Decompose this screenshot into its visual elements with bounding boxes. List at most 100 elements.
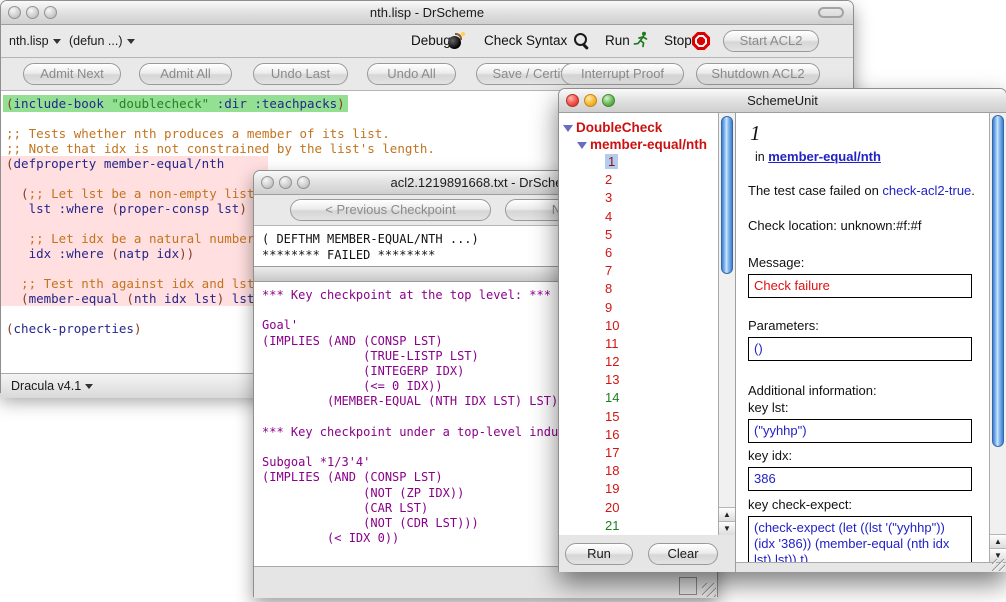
message-label: Message:	[748, 255, 980, 271]
undo-last-button[interactable]: Undo Last	[253, 63, 348, 85]
test-case-18[interactable]: 18	[559, 462, 735, 480]
chevron-down-icon	[85, 384, 93, 389]
tree-scrollbar[interactable]: ▲ ▼	[718, 113, 735, 535]
failure-text: The test case failed on check-acl2-true.	[748, 182, 980, 199]
check-location: Check location: unknown:#f:#f	[748, 218, 980, 233]
disclosure-triangle-icon[interactable]	[563, 125, 573, 132]
code-line	[1, 216, 268, 231]
code-line	[1, 261, 268, 276]
message-value-box: Check failure	[748, 274, 972, 298]
scroll-up-arrow[interactable]: ▲	[990, 534, 1006, 548]
scroll-up-arrow[interactable]: ▲	[719, 507, 735, 521]
test-case-7[interactable]: 7	[559, 262, 735, 280]
test-case-19[interactable]: 19	[559, 480, 735, 498]
test-case-list: 123456789101112131415161718192021	[559, 153, 735, 535]
code-line: ;; Let idx be a natural number.	[1, 231, 268, 246]
test-case-12[interactable]: 12	[559, 353, 735, 371]
runner-icon[interactable]	[633, 31, 650, 54]
test-case-21[interactable]: 21	[559, 517, 735, 535]
parameters-label: Parameters:	[748, 318, 980, 334]
test-case-10[interactable]: 10	[559, 317, 735, 335]
toolbar-toggle-lozenge[interactable]	[818, 7, 844, 18]
admit-next-button[interactable]: Admit Next	[23, 63, 121, 85]
test-case-9[interactable]: 9	[559, 299, 735, 317]
scroll-down-arrow[interactable]: ▼	[719, 521, 735, 535]
test-case-16[interactable]: 16	[559, 426, 735, 444]
code-line: ;; Test nth against idx and lst.	[1, 276, 268, 291]
undo-all-button[interactable]: Undo All	[367, 63, 456, 85]
key-check-expect-label: key check-expect:	[748, 497, 980, 513]
check-name: check-acl2-true	[882, 183, 971, 198]
test-case-4[interactable]: 4	[559, 208, 735, 226]
stop-button-label[interactable]: Stop	[664, 33, 692, 48]
key-lst-value-box: ("yyhhp")	[748, 419, 972, 443]
test-case-20[interactable]: 20	[559, 499, 735, 517]
detail-scrollbar[interactable]: ▲ ▼	[989, 113, 1006, 562]
chevron-down-icon	[53, 39, 61, 44]
parameters-value-box: ()	[748, 337, 972, 361]
code-line: (member-equal (nth idx lst) lst))	[1, 291, 268, 306]
schemeunit-titlebar[interactable]: SchemeUnit	[559, 89, 1006, 113]
test-case-6[interactable]: 6	[559, 244, 735, 262]
scrollbar-thumb[interactable]	[992, 115, 1004, 447]
test-case-17[interactable]: 17	[559, 444, 735, 462]
key-lst-label: key lst:	[748, 400, 980, 416]
language-dropdown[interactable]: Dracula v4.1	[11, 379, 93, 393]
previous-checkpoint-button[interactable]: < Previous Checkpoint	[290, 199, 491, 221]
test-case-1[interactable]: 1	[559, 153, 735, 171]
defun-dropdown[interactable]: (defun ...)	[69, 34, 135, 48]
admit-all-button[interactable]: Admit All	[139, 63, 232, 85]
schemeunit-window: SchemeUnit DoubleCheck member-equal/nth …	[558, 88, 1006, 572]
resize-grip[interactable]	[992, 559, 1005, 571]
code-line: idx :where (natp idx))	[1, 246, 268, 261]
start-acl2-button[interactable]: Start ACL2	[723, 30, 819, 52]
test-case-11[interactable]: 11	[559, 335, 735, 353]
code-line: (;; Let lst be a non-empty list.	[1, 186, 268, 201]
additional-info-label: Additional information:	[748, 383, 980, 399]
disclosure-triangle-icon[interactable]	[577, 142, 587, 149]
debug-button-label[interactable]: Debug	[411, 33, 451, 48]
window-title: nth.lisp - DrScheme	[1, 5, 853, 20]
case-number: 1	[750, 121, 980, 146]
test-case-15[interactable]: 15	[559, 408, 735, 426]
chevron-down-icon	[127, 39, 135, 44]
desktop: nth.lisp - DrScheme nth.lisp (defun ...)…	[0, 0, 1006, 602]
test-case-2[interactable]: 2	[559, 171, 735, 189]
schemeunit-body: DoubleCheck member-equal/nth 12345678910…	[559, 113, 1006, 572]
test-case-3[interactable]: 3	[559, 189, 735, 207]
code-line: (defproperty member-equal/nth	[1, 156, 268, 171]
resize-grip[interactable]	[702, 583, 716, 597]
test-case-8[interactable]: 8	[559, 280, 735, 298]
scrollbar-thumb[interactable]	[721, 116, 733, 274]
tree-bottom-bar: Run Clear	[559, 535, 735, 572]
test-detail-pane[interactable]: 1 in member-equal/nth The test case fail…	[736, 113, 1006, 562]
clear-button[interactable]: Clear	[648, 543, 718, 565]
run-button[interactable]: Run	[565, 543, 633, 565]
tree-node-suite[interactable]: member-equal/nth	[559, 136, 735, 153]
file-dropdown[interactable]: nth.lisp	[9, 34, 61, 48]
key-idx-label: key idx:	[748, 448, 980, 464]
case-suite-line: in member-equal/nth	[755, 149, 980, 164]
test-tree[interactable]: DoubleCheck member-equal/nth 12345678910…	[559, 113, 735, 535]
check-syntax-button-label[interactable]: Check Syntax	[484, 33, 567, 48]
drscheme-toolbar: nth.lisp (defun ...) Debug Check Syntax …	[1, 25, 853, 58]
run-button-label[interactable]: Run	[605, 33, 630, 48]
bomb-icon[interactable]	[448, 32, 465, 49]
stop-icon[interactable]	[692, 32, 710, 50]
test-case-14[interactable]: 14	[559, 389, 735, 407]
schemeunit-bottom-bar	[736, 562, 1006, 572]
key-idx-value-box: 386	[748, 467, 972, 491]
test-case-13[interactable]: 13	[559, 371, 735, 389]
interrupt-proof-button[interactable]: Interrupt Proof	[561, 63, 684, 85]
drscheme-titlebar[interactable]: nth.lisp - DrScheme	[1, 1, 853, 25]
test-case-5[interactable]: 5	[559, 226, 735, 244]
window-title: SchemeUnit	[559, 93, 1006, 108]
suite-link[interactable]: member-equal/nth	[768, 149, 881, 164]
code-line: lst :where (proper-consp lst)	[1, 201, 268, 216]
test-detail-column: 1 in member-equal/nth The test case fail…	[736, 113, 1006, 572]
tree-node-doublecheck[interactable]: DoubleCheck	[559, 119, 735, 136]
test-tree-column: DoubleCheck member-equal/nth 12345678910…	[559, 113, 736, 572]
shutdown-acl2-button[interactable]: Shutdown ACL2	[696, 63, 820, 85]
search-icon[interactable]	[573, 32, 590, 49]
proof-toolbar: Admit Next Admit All Undo Last Undo All …	[1, 58, 853, 91]
